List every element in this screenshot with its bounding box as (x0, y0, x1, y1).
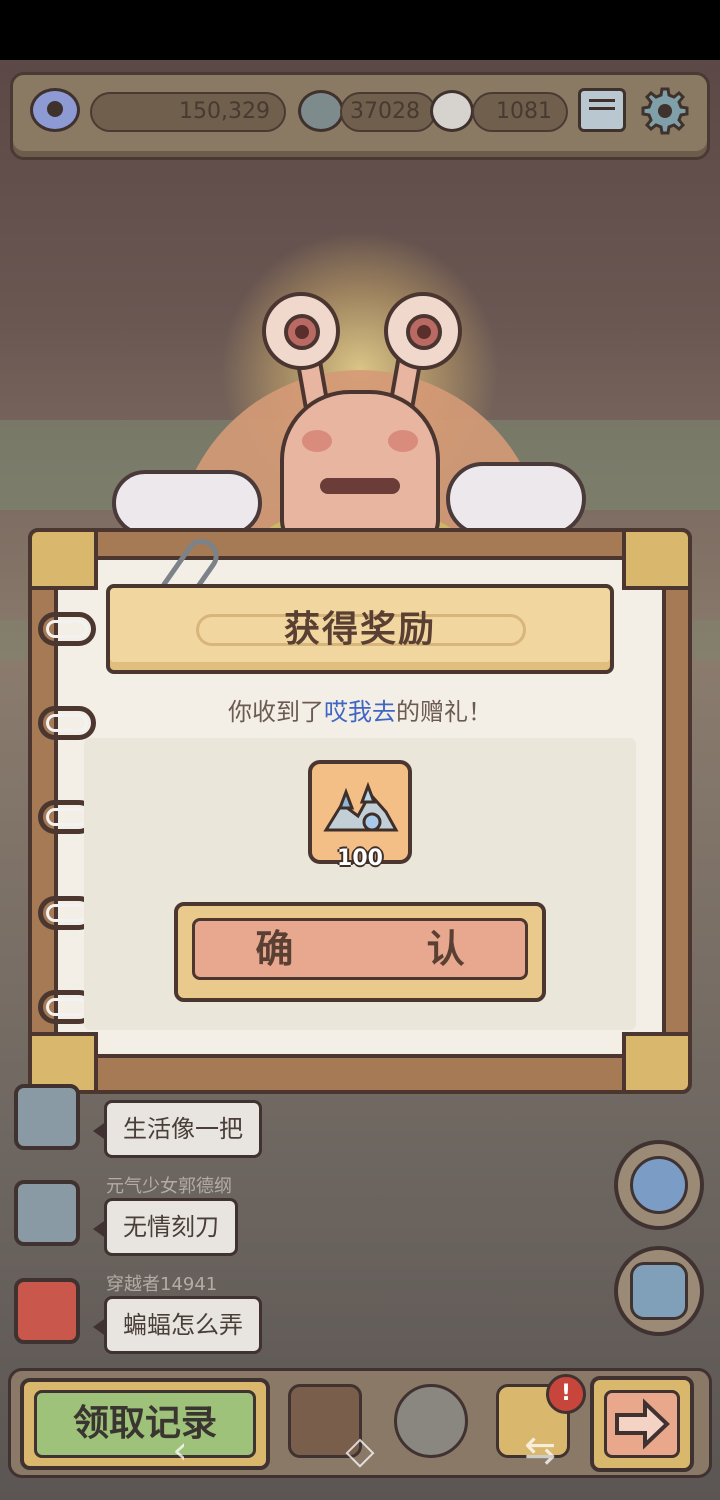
cloud-left (112, 470, 262, 536)
planet-button[interactable] (614, 1140, 704, 1230)
chat-message: 无情刻刀 (93, 1198, 238, 1256)
reward-count: 100 (337, 846, 383, 871)
gift-message-suffix: 的赠礼！ (396, 698, 492, 726)
chat-bubble-icon (430, 90, 474, 132)
bubble-resource-value: 37028 (340, 92, 436, 132)
chat-avatar[interactable] (14, 1084, 80, 1150)
chat-button[interactable] (614, 1246, 704, 1336)
mail-icon[interactable] (578, 88, 626, 132)
snail-mouth (320, 478, 400, 494)
chat-message: 蝙蝠怎么弄 (93, 1296, 262, 1354)
nav-home-icon[interactable]: ◇ (335, 1425, 385, 1475)
status-bar (0, 0, 720, 60)
sender-name-link[interactable]: 哎我去 (324, 698, 396, 726)
nav-back-icon[interactable]: ‹ (155, 1425, 205, 1475)
chat-avatar[interactable] (14, 1278, 80, 1344)
snail-mascot (280, 390, 440, 550)
gift-message: 你收到了哎我去的赠礼！ (54, 692, 666, 727)
nav-recent-icon[interactable]: ⇆ (515, 1425, 565, 1475)
confirm-button[interactable]: 确 认 (174, 902, 546, 1002)
planet-icon (630, 1156, 688, 1214)
eye-resource-value: 150,329 (90, 92, 286, 132)
chat-icon (630, 1262, 688, 1320)
dialog-title: 获得奖励 (283, 609, 436, 650)
cloud-right (446, 462, 586, 536)
bubble2-resource-value: 1081 (472, 92, 568, 132)
gift-message-prefix: 你收到了 (228, 698, 324, 726)
chat-avatar[interactable] (14, 1180, 80, 1246)
snail-eye-right (384, 292, 462, 370)
binder-ring (38, 612, 96, 646)
chat-username: 元气少女郭德纲 (106, 1176, 232, 1197)
chat-username: 穿越者14941 (106, 1274, 218, 1295)
chat-message: 生活像一把 (93, 1100, 262, 1158)
eye-icon (30, 88, 80, 132)
gear-icon[interactable] (640, 86, 690, 136)
snail-eye-left (262, 292, 340, 370)
chat-bubble-icon (298, 90, 344, 132)
confirm-button-label: 确 认 (192, 918, 528, 980)
